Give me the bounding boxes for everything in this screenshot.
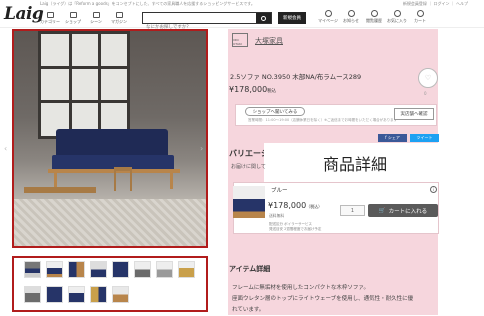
thumbnail[interactable] xyxy=(24,261,41,278)
variation-price: ¥178,000（税込） xyxy=(268,201,323,210)
thumbnail[interactable] xyxy=(90,261,107,278)
heart-icon: ♡ xyxy=(424,74,432,82)
shop-note: 営業時間：11:00〜19:00（店舗休業日を除く）※ご返信までお時間をいただく… xyxy=(248,118,398,122)
nav-category[interactable]: カテゴリー xyxy=(40,12,60,26)
cart-link[interactable]: カート xyxy=(410,10,430,24)
thumbnail[interactable] xyxy=(112,286,129,303)
mypage-link[interactable]: マイページ xyxy=(318,10,338,24)
thumbnail[interactable] xyxy=(90,286,107,303)
main-nav: カテゴリー ショップ シーン マガジン xyxy=(40,12,129,26)
thumbnail-strip xyxy=(12,256,208,312)
search-button[interactable] xyxy=(256,13,271,23)
prev-image-arrow[interactable]: ‹ xyxy=(4,144,7,153)
cart-icon: 🛒 xyxy=(378,207,386,214)
variation-image xyxy=(233,186,265,218)
add-to-cart-button[interactable]: 🛒 カートに入れる xyxy=(368,204,438,217)
store-check-button[interactable]: 実店舗へ確認 xyxy=(394,108,434,120)
photo-scene xyxy=(14,31,206,246)
rug-illustration xyxy=(14,199,206,246)
nav-scene[interactable]: シーン xyxy=(86,12,106,26)
next-image-arrow[interactable]: › xyxy=(200,144,203,153)
cart-icon xyxy=(416,10,424,17)
scene-icon xyxy=(92,12,100,18)
user-nav: マイページ お知らせ 閲覧履歴 お気に入り カート xyxy=(318,10,430,24)
delivery-tab[interactable]: お届けに関して xyxy=(231,163,266,170)
thumbnail[interactable] xyxy=(46,261,63,278)
header: Laig Laig（ライグ）は「Reform a goods」をコンセプトにした… xyxy=(0,0,484,33)
brand-link[interactable]: 大塚家具 xyxy=(255,36,283,46)
brand-logo[interactable]: IIDC OTAKI xyxy=(232,33,248,47)
product-price: ¥178,000税込 xyxy=(229,85,277,94)
item-details-text: フレームに無垢材を使用したコンパクトな木枠ソファ。 座面ウレタン層のトップにライ… xyxy=(232,285,414,313)
search-icon xyxy=(261,15,266,21)
info-icon[interactable]: i xyxy=(430,186,437,193)
main-product-image[interactable] xyxy=(12,29,208,248)
top-links[interactable]: 新規会員登録 ｜ ログイン ｜ ヘルプ xyxy=(403,1,468,7)
favorite-count: 0 xyxy=(424,91,427,96)
product-detail-label: 商品詳細 xyxy=(264,143,446,183)
logo[interactable]: Laig xyxy=(4,4,44,24)
thumbnail[interactable] xyxy=(134,261,151,278)
thumbnail[interactable] xyxy=(156,261,173,278)
thumbnail[interactable] xyxy=(68,286,85,303)
item-details-heading: アイテム詳細 xyxy=(229,265,271,273)
nav-shop[interactable]: ショップ xyxy=(63,12,83,26)
tagline: Laig（ライグ）は「Reform a goods」をコンセプトにした、すべての… xyxy=(40,1,255,6)
thumbnail[interactable] xyxy=(46,286,63,303)
notifications-link[interactable]: お知らせ xyxy=(341,10,361,24)
shop-icon xyxy=(69,12,77,18)
nav-magazine[interactable]: マガジン xyxy=(109,12,129,26)
ask-shop-button[interactable]: ショップへ聞いてみる xyxy=(245,107,305,116)
product-title: 2.5ソファ NO.3950 木部NA/布ラムース289 xyxy=(230,73,362,81)
favorite-button[interactable]: ♡ xyxy=(418,68,438,88)
thumbnail[interactable] xyxy=(24,286,41,303)
twitter-share-button[interactable]: ツイート xyxy=(410,134,439,142)
heart-icon xyxy=(393,10,401,17)
user-icon xyxy=(324,10,332,17)
thumbnail[interactable] xyxy=(112,261,129,278)
side-table-illustration xyxy=(114,167,132,191)
history-icon xyxy=(370,10,378,17)
history-link[interactable]: 閲覧履歴 xyxy=(364,10,384,24)
variation-color: ブルー xyxy=(271,188,288,194)
thumbnail[interactable] xyxy=(68,261,85,278)
favorites-link[interactable]: お気に入り xyxy=(387,10,407,24)
facebook-share-button[interactable]: f シェア xyxy=(378,134,407,142)
window-illustration xyxy=(38,31,130,139)
bell-icon xyxy=(347,10,355,17)
coffee-table-illustration xyxy=(24,187,96,193)
magazine-icon xyxy=(115,12,123,18)
thumbnail[interactable] xyxy=(178,261,195,278)
variation-meta: 配送区分 ボイラーサービス 発送目安 2週間程度でお届け予定 xyxy=(269,222,322,231)
member-register-button[interactable]: 新規会員 xyxy=(278,12,306,24)
shipping-label: 送料無料 xyxy=(269,213,285,218)
quantity-select[interactable]: 1 xyxy=(340,205,365,216)
search-box xyxy=(142,12,272,33)
category-icon xyxy=(46,12,54,18)
